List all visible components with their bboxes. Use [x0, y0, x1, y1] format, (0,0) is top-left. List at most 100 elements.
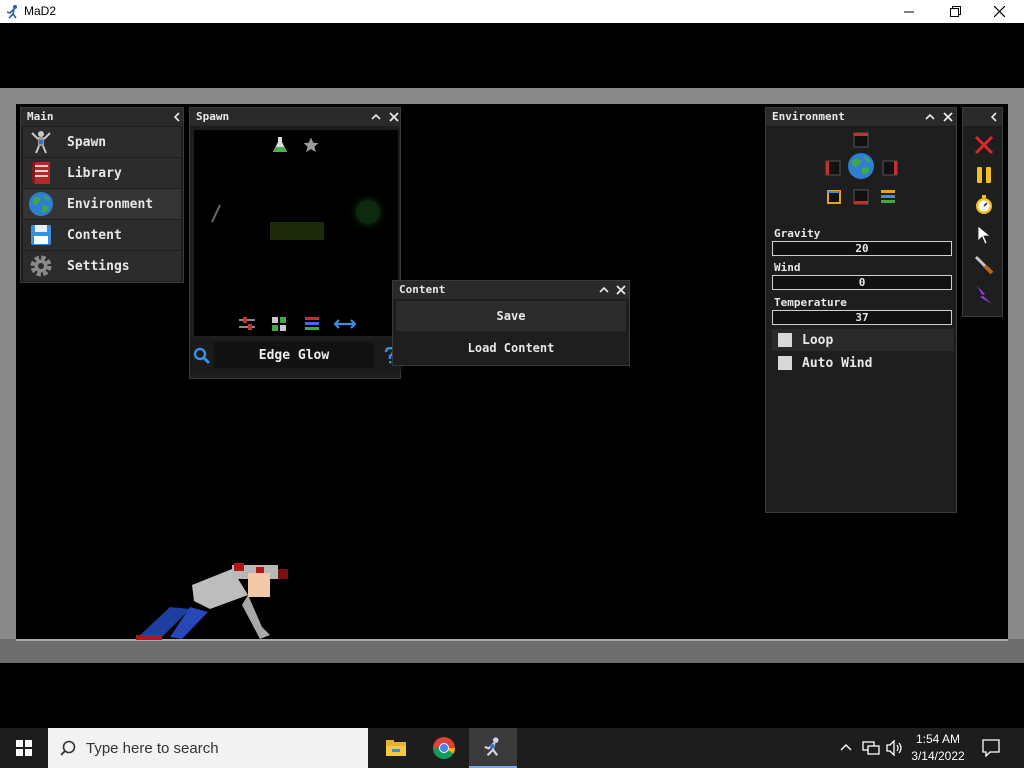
menu-item-label: Content — [67, 227, 122, 243]
content-header[interactable]: Content — [393, 281, 629, 299]
environment-panel: Environment Gravity 20 Wind 0 Temperatur… — [765, 107, 957, 513]
all-walls-icon[interactable] — [826, 189, 842, 205]
ragdoll-icon — [27, 129, 55, 155]
wall-bottom-icon[interactable] — [853, 189, 869, 205]
gravity-input[interactable]: 20 — [772, 241, 952, 256]
chevron-up-icon — [371, 113, 381, 120]
filter-sliders-icon[interactable] — [238, 316, 256, 332]
grid-view-icon[interactable] — [271, 316, 287, 332]
chevron-up-icon[interactable] — [840, 742, 852, 752]
knife-tool-button[interactable] — [971, 252, 997, 278]
collapse-spawn-button[interactable] — [368, 109, 384, 125]
pointer-tool-button[interactable] — [971, 222, 997, 248]
stopwatch-icon — [976, 195, 992, 214]
menu-item-settings[interactable]: Settings — [23, 251, 181, 281]
red-x-icon — [974, 135, 994, 155]
restore-button[interactable] — [932, 0, 978, 23]
collapse-content-button[interactable] — [596, 282, 612, 298]
auto-wind-label: Auto Wind — [802, 355, 873, 371]
taskbar-search-input[interactable]: Type here to search — [48, 728, 368, 768]
frame-top — [0, 88, 1024, 104]
start-button[interactable] — [0, 728, 48, 768]
window-titlebar: MaD2 — [0, 0, 1024, 23]
collapse-environment-button[interactable] — [922, 109, 938, 125]
item-blade[interactable] — [210, 204, 222, 224]
taskbar-search-placeholder: Type here to search — [86, 739, 219, 757]
main-menu-header[interactable]: Main — [21, 108, 183, 126]
chrome-icon — [433, 737, 455, 759]
close-content-button[interactable] — [613, 282, 629, 298]
main-menu-title: Main — [27, 110, 54, 123]
temperature-label: Temperature — [774, 296, 847, 309]
notifications-icon[interactable] — [982, 739, 1000, 757]
layers-icon[interactable] — [880, 189, 896, 205]
mad2-app[interactable] — [469, 728, 517, 768]
frame-floor — [0, 639, 1024, 663]
window-title: MaD2 — [24, 4, 57, 18]
minimize-button[interactable] — [886, 0, 932, 23]
wall-right-icon[interactable] — [882, 160, 898, 176]
search-icon[interactable] — [193, 347, 211, 365]
lightning-tool-button[interactable] — [971, 282, 997, 308]
list-view-icon[interactable] — [304, 316, 320, 332]
spawn-panel: Spawn Edge Glow — [189, 107, 402, 379]
chrome-app[interactable] — [420, 728, 468, 768]
menu-item-label: Spawn — [67, 134, 107, 150]
clear-all-button[interactable] — [971, 132, 997, 158]
menu-item-content[interactable]: Content — [23, 220, 181, 250]
menu-item-library[interactable]: Library — [23, 158, 181, 188]
wind-input[interactable]: 0 — [772, 275, 952, 290]
windows-logo-icon — [16, 740, 32, 756]
chevron-up-icon — [599, 286, 609, 293]
clock-date: 3/14/2022 — [911, 749, 965, 763]
spawn-header[interactable]: Spawn — [190, 108, 400, 126]
environment-header[interactable]: Environment — [766, 108, 956, 126]
network-icon[interactable] — [862, 740, 880, 756]
floppy-disk-icon — [27, 222, 55, 248]
collapse-main-button[interactable] — [169, 109, 185, 125]
cursor-icon — [977, 225, 992, 245]
save-button[interactable]: Save — [396, 301, 626, 331]
game-viewport[interactable]: Main Spawn Library Environment Content S… — [0, 23, 1024, 728]
flask-icon[interactable] — [272, 136, 288, 154]
wall-left-icon[interactable] — [825, 160, 841, 176]
volume-icon[interactable] — [886, 740, 904, 756]
slow-motion-button[interactable] — [971, 192, 997, 218]
restore-icon — [949, 6, 961, 17]
close-icon — [389, 112, 399, 122]
checkbox-box — [778, 333, 792, 347]
load-content-button[interactable]: Load Content — [396, 333, 626, 363]
frame-left-wall — [0, 88, 16, 663]
item-glow-bar[interactable] — [270, 222, 324, 240]
loop-checkbox[interactable]: Loop — [772, 329, 954, 351]
ragdoll-figure[interactable] — [130, 557, 300, 641]
wall-top-icon[interactable] — [853, 132, 869, 148]
pause-button[interactable] — [971, 162, 997, 188]
lightning-icon — [977, 286, 992, 304]
close-icon — [943, 112, 953, 122]
app-icon — [6, 5, 17, 19]
knife-icon — [974, 255, 994, 275]
taskbar-clock[interactable]: 1:54 AM 3/14/2022 — [906, 731, 970, 765]
file-explorer-app[interactable] — [372, 728, 420, 768]
item-glow-orb[interactable] — [356, 200, 380, 224]
star-icon[interactable] — [302, 136, 320, 154]
close-button[interactable] — [976, 0, 1022, 23]
tool-header[interactable] — [963, 108, 1002, 126]
spawn-search-value: Edge Glow — [258, 347, 330, 363]
minimize-icon — [904, 11, 914, 12]
main-menu-panel: Main Spawn Library Environment Content S… — [20, 107, 184, 283]
menu-item-environment[interactable]: Environment — [23, 189, 181, 219]
spawn-grid[interactable] — [194, 130, 398, 336]
world-globe-icon[interactable] — [847, 152, 875, 180]
swap-arrows-icon[interactable] — [334, 318, 356, 330]
close-spawn-button[interactable] — [386, 109, 402, 125]
pause-icon — [977, 167, 991, 183]
collapse-tools-button[interactable] — [986, 109, 1002, 125]
temperature-input[interactable]: 37 — [772, 310, 952, 325]
spawn-search-input[interactable]: Edge Glow — [214, 342, 374, 368]
close-environment-button[interactable] — [940, 109, 956, 125]
menu-item-spawn[interactable]: Spawn — [23, 127, 181, 157]
auto-wind-checkbox[interactable]: Auto Wind — [772, 352, 954, 374]
clock-time: 1:54 AM — [915, 732, 961, 746]
